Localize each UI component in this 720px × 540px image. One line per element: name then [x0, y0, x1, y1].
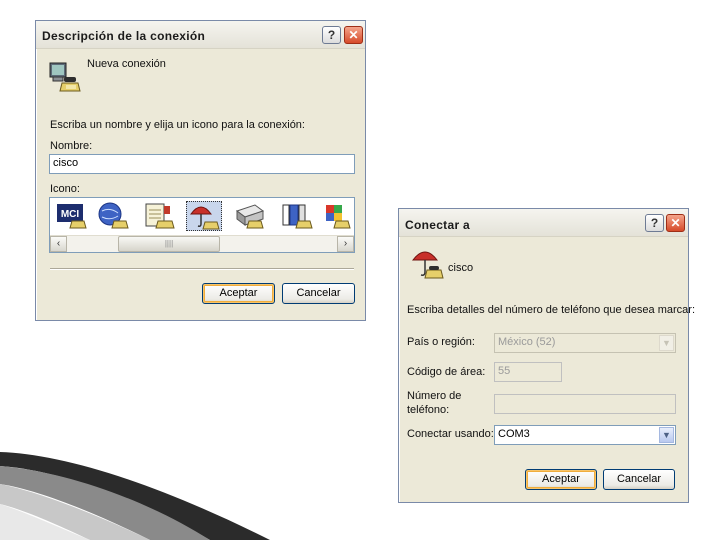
- connect-using-label: Conectar usando:: [407, 428, 494, 440]
- connect-using-select[interactable]: COM3 ▼: [494, 425, 676, 445]
- colorful-phone-icon: [326, 205, 351, 229]
- icon-option-umbrella[interactable]: [186, 201, 222, 231]
- area-code-input: 55: [494, 362, 562, 382]
- icon-option-phone-device[interactable]: [233, 201, 269, 231]
- title-bar[interactable]: Conectar a ? ✕: [399, 209, 688, 237]
- name-input[interactable]: cisco: [49, 154, 355, 174]
- dialog-title: Descripción de la conexión: [42, 29, 206, 43]
- instruction-text: Escriba un nombre y elija un icono para …: [50, 119, 305, 131]
- icon-list-scrollbar[interactable]: ‹ |||| ›: [50, 235, 354, 252]
- cancel-button[interactable]: Cancelar: [603, 469, 675, 490]
- ok-button[interactable]: Aceptar: [525, 469, 597, 490]
- cancel-button[interactable]: Cancelar: [282, 283, 355, 304]
- title-bar[interactable]: Descripción de la conexión ? ✕: [36, 21, 365, 49]
- chevron-down-icon[interactable]: ▼: [659, 427, 674, 443]
- icon-option-globe[interactable]: [96, 201, 132, 231]
- globe-phone-icon: [98, 202, 129, 229]
- slide-swoosh-decoration: [0, 452, 270, 540]
- umbrella-phone-icon: [411, 251, 444, 279]
- icon-option-mci[interactable]: MCI: [54, 201, 90, 231]
- connect-using-value: COM3: [498, 428, 530, 440]
- phone-number-input: [494, 394, 676, 414]
- ok-button[interactable]: Aceptar: [202, 283, 275, 304]
- area-code-label: Código de área:: [407, 366, 486, 378]
- separator: [50, 268, 354, 270]
- icon-option-books[interactable]: [280, 201, 316, 231]
- umbrella-phone-icon: [190, 206, 220, 230]
- phone-number-label-line1: Número de: [407, 390, 462, 402]
- icon-option-notepad[interactable]: [142, 201, 178, 231]
- books-phone-icon: [282, 204, 313, 229]
- name-label: Nombre:: [50, 140, 93, 152]
- help-button[interactable]: ?: [645, 214, 664, 232]
- country-value: México (52): [498, 336, 556, 348]
- chevron-down-icon: ▼: [659, 335, 674, 351]
- icon-list: MCI ‹ |||| ›: [49, 197, 355, 253]
- connection-name: cisco: [448, 262, 474, 274]
- close-button[interactable]: ✕: [344, 26, 363, 44]
- country-select: México (52) ▼: [494, 333, 676, 353]
- phone-device-icon: [235, 204, 265, 229]
- mci-icon: MCI: [57, 204, 87, 229]
- scroll-thumb[interactable]: ||||: [118, 236, 220, 252]
- scroll-right-arrow-icon[interactable]: ›: [337, 236, 354, 252]
- country-label: País o región:: [407, 336, 475, 348]
- icon-option-colorful[interactable]: [322, 201, 352, 231]
- mci-icon-text: MCI: [61, 209, 80, 220]
- phone-number-label-line2: teléfono:: [407, 404, 450, 416]
- scroll-left-arrow-icon[interactable]: ‹: [50, 236, 67, 252]
- connect-to-dialog: Conectar a ? ✕ cisco Escriba detalles de…: [398, 208, 695, 503]
- notepad-phone-icon: [145, 203, 175, 229]
- close-button[interactable]: ✕: [666, 214, 685, 232]
- dialog-title: Conectar a: [405, 218, 471, 232]
- icon-label: Icono:: [50, 183, 80, 195]
- connection-description-dialog: Descripción de la conexión ? ✕ Nueva con…: [35, 20, 366, 321]
- help-button[interactable]: ?: [322, 26, 341, 44]
- phone-computer-icon: [49, 62, 81, 92]
- instruction-text: Escriba detalles del número de teléfono …: [407, 304, 696, 316]
- new-connection-header: Nueva conexión: [87, 58, 166, 70]
